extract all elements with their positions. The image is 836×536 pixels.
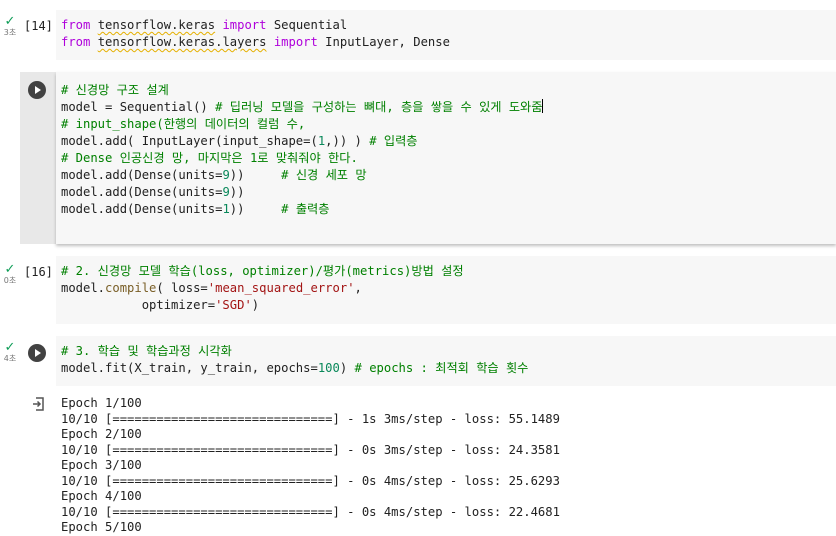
run-cell-button[interactable] [28,344,46,362]
code-token: ,)) ) [325,134,370,148]
code-token: 100 [317,361,340,375]
code-token: model. [61,281,106,295]
code-line[interactable]: from tensorflow.keras import Sequential [61,17,347,34]
execution-count: [14] [24,19,53,33]
code-line[interactable]: # 2. 신경망 모델 학습(loss, optimizer)/평가(metri… [61,263,464,280]
cell-status: ✓ 0초 [2,262,18,286]
execution-duration: 3초 [3,28,17,37]
code-token: tensorflow.keras.layers [97,35,267,49]
output-line: 10/10 [==============================] -… [61,504,560,519]
code-comment: # input_shape(한행의 데이터의 컬럼 수, [61,117,306,131]
output-line: Epoch 4/100 [61,489,142,503]
code-token: model.add(Dense(units= [61,202,223,216]
output-icon[interactable] [32,397,46,411]
execution-duration: 4초 [3,354,17,363]
code-line[interactable]: model.add(Dense(units=9)) # 신경 세포 망 [61,167,367,184]
code-token: 9 [222,168,230,182]
code-token: model.add(Dense(units= [61,168,223,182]
code-token: ) [251,298,260,312]
execution-count: [16] [24,265,53,279]
code-comment: # 2. 신경망 모델 학습(loss, optimizer)/평가(metri… [61,264,464,278]
code-comment: # 신경 세포 망 [281,168,367,182]
cell-status: ✓ 3초 [2,14,18,38]
code-token: model.fit(X_train, y_train, epochs= [61,361,318,375]
check-icon: ✓ [4,262,16,277]
code-token: tensorflow.keras [97,18,216,32]
code-token: from [61,18,91,32]
check-icon: ✓ [4,14,16,29]
code-line[interactable]: optimizer='SGD') [61,297,259,314]
output-line: 10/10 [==============================] -… [61,411,560,426]
output-line: 10/10 [==============================] -… [61,473,560,488]
code-line[interactable]: from tensorflow.keras.layers import Inpu… [61,34,450,51]
output-line: Epoch 3/100 [61,458,142,472]
code-token: from [61,35,91,49]
code-token: 9 [222,185,230,199]
code-token: InputLayer, Dense [317,35,450,49]
code-token: import [222,18,267,32]
code-token: 'mean_squared_error' [207,281,355,295]
text-cursor [542,99,544,113]
code-line[interactable]: model.add(Dense(units=9)) [61,184,244,201]
code-comment: # 딥러닝 모델을 구성하는 뼈대, 층을 쌓을 수 있게 도와줌 [215,100,543,114]
code-line[interactable]: # Dense 인공신경 망, 마지막은 1로 맞춰줘야 한다. [61,150,358,167]
code-line[interactable]: # 신경망 구조 설계 [61,82,169,99]
output-line: 10/10 [==============================] -… [61,442,560,457]
code-token: import [273,35,318,49]
output-line: Epoch 2/100 [61,427,142,441]
code-token: compile [105,281,157,295]
run-cell-button[interactable] [28,81,46,99]
code-token: )) [229,185,245,199]
code-line[interactable]: model.add(Dense(units=1)) # 출력층 [61,201,329,218]
code-line[interactable]: model.compile( loss='mean_squared_error'… [61,280,362,297]
code-comment: # 출력층 [281,202,330,216]
code-token: 'SGD' [215,298,252,312]
code-token: model = Sequential() [61,100,216,114]
code-token: ( loss= [156,281,208,295]
code-line[interactable]: model.fit(X_train, y_train, epochs=100) … [61,360,528,377]
code-comment: # epochs : 최적회 학습 횟수 [354,361,529,375]
code-token: , [354,281,362,295]
output-line: Epoch 1/100 [61,396,142,410]
code-token: model.add(Dense(units= [61,185,223,199]
code-comment: # 입력층 [369,134,418,148]
code-token: 1 [222,202,230,216]
code-line[interactable]: # 3. 학습 및 학습과정 시각화 [61,343,232,360]
code-comment: # Dense 인공신경 망, 마지막은 1로 맞춰줘야 한다. [61,151,358,165]
code-token: )) [229,202,282,216]
execution-duration: 0초 [3,276,17,285]
code-line[interactable]: # input_shape(한행의 데이터의 컬럼 수, [61,116,305,133]
check-icon: ✓ [4,340,16,355]
code-token: model.add( InputLayer(input_shape=( [61,134,318,148]
code-token: ) [339,361,355,375]
code-comment: # 3. 학습 및 학습과정 시각화 [61,344,232,358]
code-line[interactable]: model.add( InputLayer(input_shape=(1,)) … [61,133,418,150]
code-line[interactable]: model = Sequential() # 딥러닝 모델을 구성하는 뼈대, … [61,99,544,116]
cell-status: ✓ 4초 [2,340,18,364]
code-token: Sequential [266,18,348,32]
code-comment: # 신경망 구조 설계 [61,83,169,97]
code-token: optimizer= [61,298,216,312]
code-token: )) [229,168,282,182]
